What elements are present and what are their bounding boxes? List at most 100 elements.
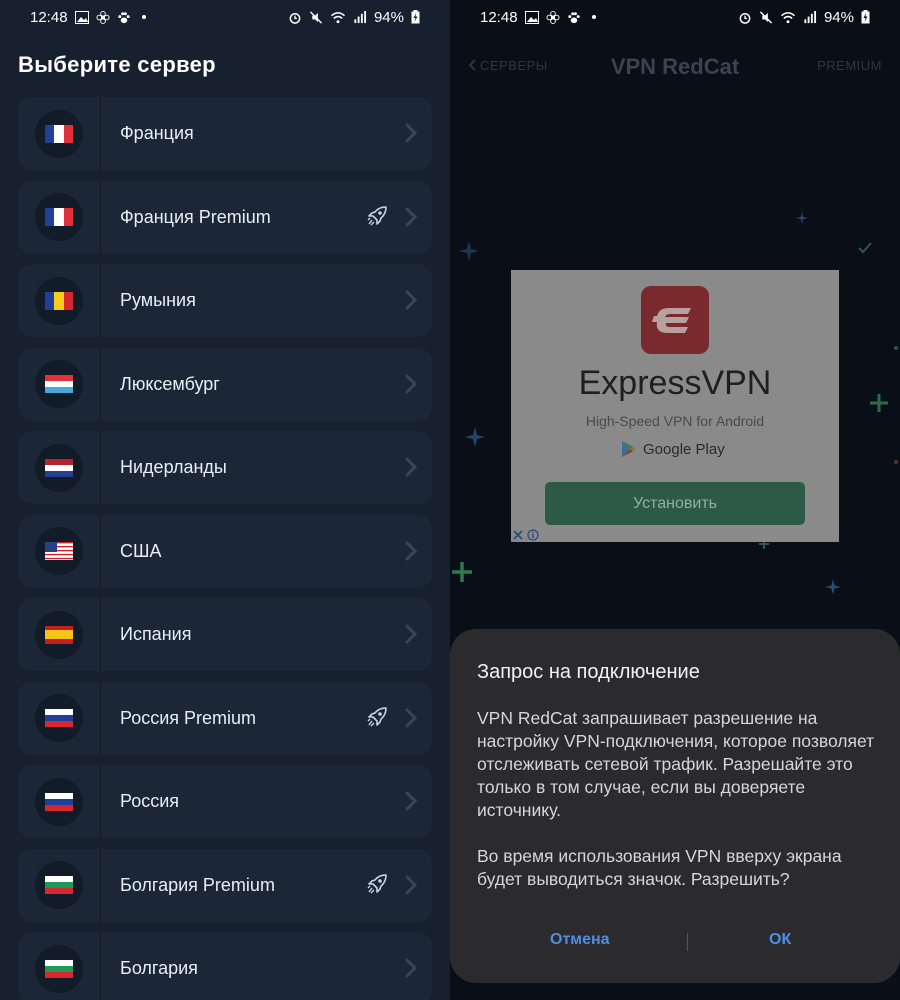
ad-brand: ExpressVPN [578, 364, 772, 402]
chevron-right-icon [405, 708, 418, 727]
server-item[interactable]: Франция Premium [18, 180, 432, 254]
server-item[interactable]: США [18, 514, 432, 588]
chevron-right-icon [405, 207, 418, 226]
vpn-permission-dialog: Запрос на подключение VPN RedCat запраши… [450, 629, 900, 983]
server-item[interactable]: Россия Premium [18, 681, 432, 755]
chevron-right-icon [405, 541, 418, 560]
sparkle-icon [459, 241, 479, 261]
russia-flag-icon [45, 792, 73, 811]
flag-container [18, 180, 101, 254]
mute-icon [759, 10, 773, 24]
server-item[interactable]: Нидерланды [18, 431, 432, 504]
flag-container [18, 431, 101, 504]
server-item[interactable]: Россия [18, 765, 432, 838]
rocket-icon [367, 873, 387, 893]
flag-badge [35, 360, 83, 408]
wifi-icon [330, 11, 345, 23]
ad-choices[interactable] [513, 529, 539, 541]
flag-badge [35, 193, 83, 241]
flag-badge [35, 610, 83, 659]
battery-level: 94% [373, 8, 404, 26]
flag-badge [35, 861, 83, 909]
page-title: Выберите сервер [18, 52, 216, 77]
server-item[interactable]: Испания [18, 598, 432, 671]
expressvpn-logo [641, 286, 709, 354]
gallery-icon [74, 10, 89, 24]
server-name: Франция Premium [120, 206, 271, 227]
sparkle-icon [825, 579, 841, 595]
plus-icon [452, 562, 472, 582]
chevron-right-icon [405, 457, 418, 477]
server-item[interactable]: Болгария [18, 932, 432, 1000]
server-item[interactable]: Люксембург [18, 347, 432, 421]
france-flag-icon [45, 124, 73, 143]
server-item[interactable]: Румыния [18, 264, 432, 337]
sparkle-dot [894, 460, 898, 464]
server-name: Люксембург [120, 373, 220, 394]
server-name: США [120, 540, 162, 561]
flag-badge [35, 944, 83, 993]
rocket-icon [367, 205, 387, 225]
close-icon[interactable] [513, 530, 523, 540]
server-name: Болгария Premium [120, 874, 275, 895]
google-play-icon [622, 441, 636, 457]
paw-icon [117, 11, 130, 23]
action-divider [687, 933, 688, 951]
chevron-right-icon [405, 123, 418, 143]
bulgaria-flag-icon [45, 959, 73, 978]
expressvpn-logo-mark [652, 308, 691, 333]
chevron-right-icon [405, 624, 418, 644]
google-play-badge: Google Play [621, 440, 725, 458]
sparkle-dot [894, 346, 898, 350]
server-name: Франция [120, 123, 194, 143]
flag-container [18, 347, 101, 421]
sparkle-icon [465, 427, 485, 447]
flag-container [18, 264, 101, 337]
russia-flag-icon [45, 709, 73, 727]
usa-flag-icon [45, 542, 73, 560]
flag-container [18, 848, 101, 922]
premium-button[interactable]: PREMIUM [817, 58, 882, 73]
fan-icon [546, 10, 560, 24]
server-name: Испания [120, 624, 192, 644]
chevron-right-icon [405, 374, 418, 393]
flag-container [18, 97, 101, 170]
top-nav: СЕРВЕРЫ VPN RedCat PREMIUM [450, 50, 900, 84]
dialog-body: VPN RedCat запрашивает разрешение на нас… [477, 707, 877, 914]
fan-icon [96, 10, 110, 24]
flag-badge [35, 109, 83, 158]
ad-banner[interactable]: ExpressVPN High-Speed VPN for Android Go… [511, 270, 839, 542]
server-item[interactable]: Болгария Premium [18, 848, 432, 922]
france-flag-icon [45, 208, 73, 226]
check-icon [858, 242, 872, 254]
gallery-icon [524, 10, 539, 24]
server-name: Россия Premium [120, 707, 257, 728]
luxembourg-flag-icon [45, 375, 73, 393]
ok-button[interactable]: ОК [769, 931, 791, 949]
flag-container [18, 765, 101, 838]
notification-dot [591, 15, 596, 19]
netherlands-flag-icon [45, 458, 73, 477]
flag-badge [35, 276, 83, 325]
battery-charging-icon [861, 10, 870, 24]
wifi-icon [780, 11, 795, 23]
alarm-icon [289, 12, 301, 24]
install-button[interactable]: Установить [545, 482, 805, 525]
cancel-button[interactable]: Отмена [550, 931, 610, 949]
store-name: Google Play [643, 440, 725, 458]
server-list: Франция Франция Premium Румыния Люксембург Н… [18, 97, 432, 1000]
paw-icon [567, 11, 580, 23]
info-icon[interactable] [527, 529, 539, 541]
server-item[interactable]: Франция [18, 97, 432, 170]
chevron-right-icon [405, 791, 418, 811]
flag-badge [35, 527, 83, 575]
server-select-screen: 12:48 94% Выберите сервер Франция Франция… [0, 0, 450, 1000]
flag-container [18, 932, 101, 1000]
dialog-paragraph: VPN RedCat запрашивает разрешение на нас… [477, 708, 875, 820]
flag-badge [35, 777, 83, 826]
sparkle-icon [796, 212, 808, 224]
flag-badge [35, 443, 83, 492]
chevron-right-icon [405, 875, 418, 894]
status-bar: 12:48 94% [450, 0, 900, 34]
ad-subtitle: High-Speed VPN for Android [585, 413, 765, 429]
